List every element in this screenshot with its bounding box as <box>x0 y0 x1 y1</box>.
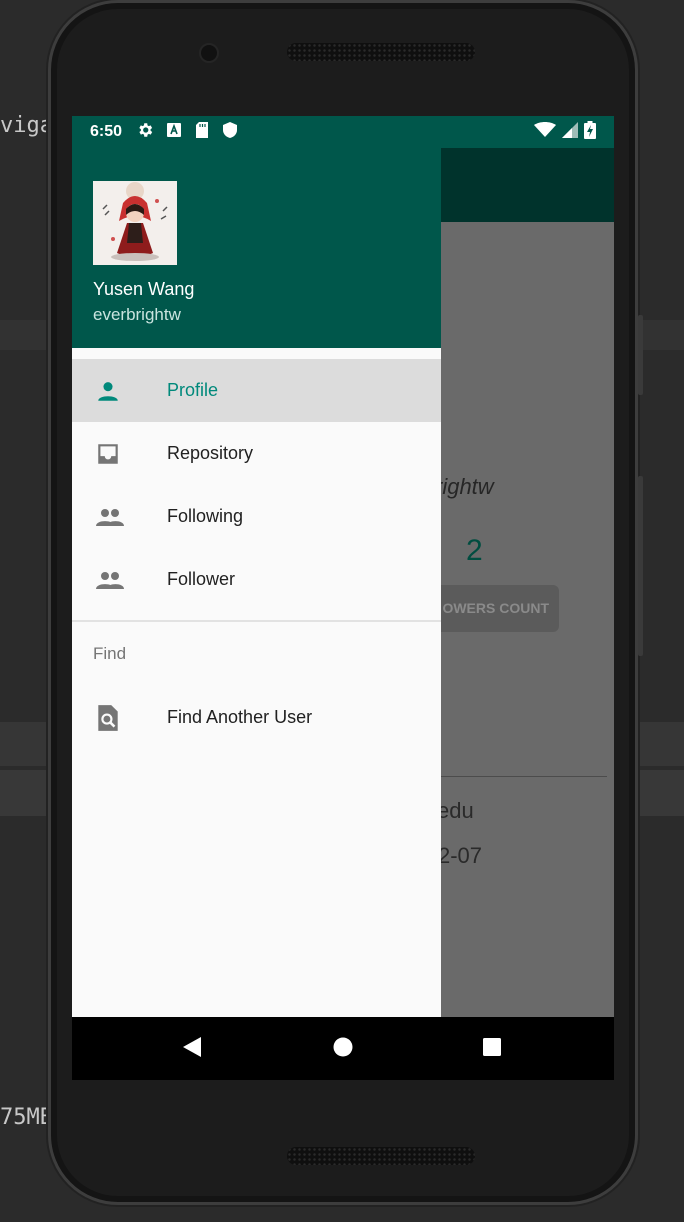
front-camera <box>199 43 219 63</box>
user-login: everbrightw <box>93 305 181 324</box>
power-button <box>638 476 643 656</box>
drawer-menu: Profile Repository Following Follower Fi… <box>72 359 441 749</box>
drawer-item-profile[interactable]: Profile <box>72 359 441 422</box>
shield-icon <box>222 121 238 144</box>
drawer-item-label: Repository <box>167 443 254 463</box>
date-text: 2-07 <box>441 843 483 868</box>
background-profile-screen: rightw 2 OWERS COUNT edu 2-07 <box>441 148 614 1017</box>
people-icon <box>72 505 167 529</box>
people-icon <box>72 568 167 592</box>
drawer-item-label: Find Another User <box>167 707 313 727</box>
status-time: 6:50 <box>90 123 123 140</box>
drawer-item-repository[interactable]: Repository <box>72 422 441 485</box>
system-navigation-bar <box>72 1017 614 1080</box>
navigation-drawer: Yusen Wang everbrightw Profile Repositor… <box>72 148 441 1017</box>
app-toolbar <box>441 148 614 222</box>
signal-icon <box>562 121 578 143</box>
avatar[interactable] <box>93 181 177 265</box>
email-text: edu <box>441 798 474 823</box>
find-in-page-icon <box>72 704 167 732</box>
ide-memory-fragment: 75MB <box>0 1105 53 1130</box>
sd-card-icon <box>194 121 210 144</box>
person-icon <box>72 378 167 404</box>
drawer-item-label: Following <box>167 506 244 526</box>
user-name: Yusen Wang <box>93 279 195 299</box>
drawer-item-follower[interactable]: Follower <box>72 548 441 611</box>
bottom-speaker <box>287 1147 475 1165</box>
back-button[interactable] <box>162 1017 222 1080</box>
divider <box>441 776 607 777</box>
ide-code-fragment: viga <box>0 113 53 138</box>
drawer-item-label: Profile <box>167 380 219 400</box>
device-screen: 6:50 rightw 2 OWERS COUNT <box>72 116 614 1080</box>
drawer-item-label: Follower <box>167 569 236 589</box>
followers-count: 2 <box>466 534 483 567</box>
profile-login-text: rightw <box>441 474 494 499</box>
section-header-find: Find <box>93 644 127 663</box>
followers-count-button: OWERS COUNT <box>441 585 559 632</box>
recents-icon <box>482 1037 502 1061</box>
wifi-icon <box>534 121 556 143</box>
drawer-item-following[interactable]: Following <box>72 485 441 548</box>
home-icon <box>333 1037 353 1061</box>
drawer-header: Yusen Wang everbrightw <box>72 148 441 348</box>
battery-icon <box>584 120 596 144</box>
back-icon <box>182 1036 202 1062</box>
status-bar: 6:50 <box>72 116 614 148</box>
drawer-item-find-another-user[interactable]: Find Another User <box>72 686 441 749</box>
inbox-icon <box>72 441 167 467</box>
a-icon <box>166 122 182 143</box>
home-button[interactable] <box>313 1017 373 1080</box>
recents-button[interactable] <box>462 1017 522 1080</box>
volume-button <box>638 315 643 395</box>
settings-icon <box>136 121 154 144</box>
top-speaker <box>287 43 475 61</box>
